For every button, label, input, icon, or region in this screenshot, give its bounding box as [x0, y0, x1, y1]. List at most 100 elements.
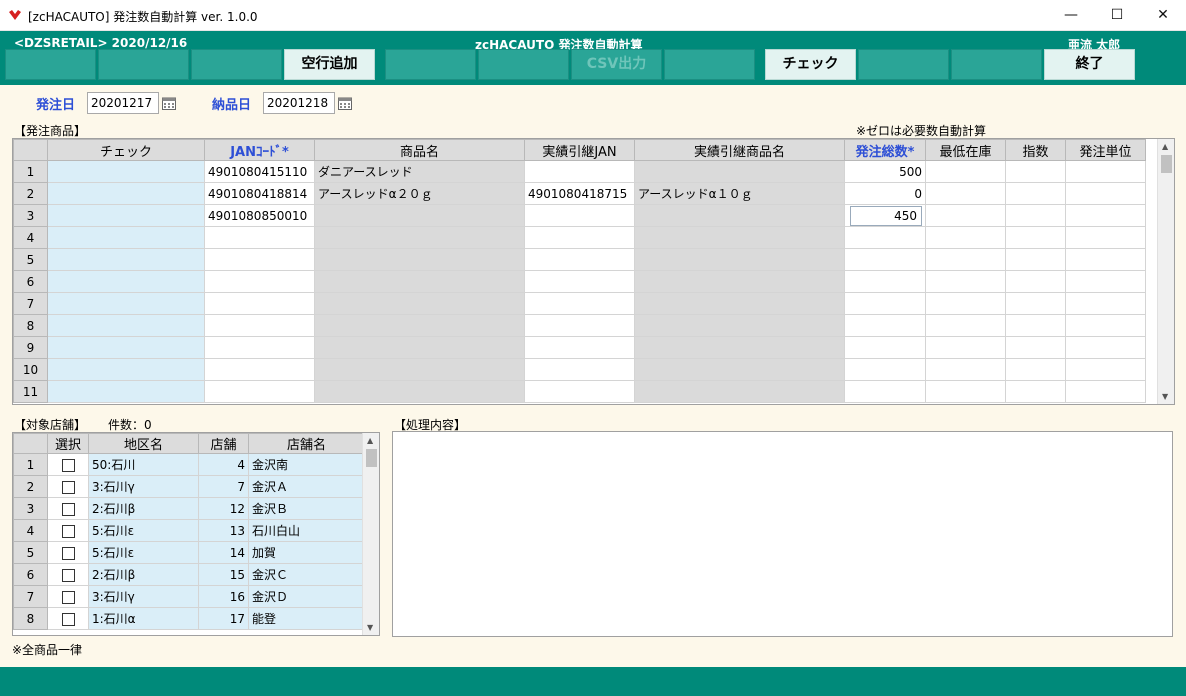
min-stock-cell[interactable]: [925, 270, 1006, 293]
process-log-area[interactable]: [392, 431, 1173, 637]
check-cell[interactable]: [47, 292, 205, 315]
column-header-index[interactable]: 指数: [1005, 139, 1066, 161]
jan-cell[interactable]: [204, 270, 315, 293]
min-stock-cell[interactable]: [925, 182, 1006, 205]
select-cell[interactable]: [47, 475, 89, 498]
index-cell[interactable]: [1005, 314, 1066, 337]
column-header-jan[interactable]: JANｺｰﾄﾞ*: [204, 139, 315, 161]
scroll-thumb[interactable]: [366, 449, 377, 467]
order-unit-cell[interactable]: [1065, 204, 1146, 227]
source-jan-cell[interactable]: [524, 314, 635, 337]
select-cell[interactable]: [47, 497, 89, 520]
min-stock-cell[interactable]: [925, 204, 1006, 227]
check-cell[interactable]: [47, 182, 205, 205]
order-qty-cell[interactable]: [844, 292, 926, 315]
select-cell[interactable]: [47, 607, 89, 630]
index-cell[interactable]: [1005, 226, 1066, 249]
delivery-date-field[interactable]: 20201218: [263, 92, 335, 114]
index-cell[interactable]: [1005, 292, 1066, 315]
source-jan-cell[interactable]: [524, 226, 635, 249]
index-cell[interactable]: [1005, 336, 1066, 359]
order-qty-cell[interactable]: 0: [844, 182, 926, 205]
order-qty-cell[interactable]: [844, 336, 926, 359]
index-cell[interactable]: [1005, 182, 1066, 205]
check-cell[interactable]: [47, 314, 205, 337]
index-cell[interactable]: [1005, 270, 1066, 293]
order-unit-cell[interactable]: [1065, 358, 1146, 381]
column-header-source-name[interactable]: 実績引継商品名: [634, 139, 845, 161]
order-unit-cell[interactable]: [1065, 226, 1146, 249]
table-row[interactable]: 2 4901080418814 アースレッドα２０ｇ 4901080418715…: [13, 182, 1146, 205]
check-cell[interactable]: [47, 336, 205, 359]
table-row[interactable]: 5: [13, 248, 1146, 271]
table-row[interactable]: 4: [13, 226, 1146, 249]
check-cell[interactable]: [47, 270, 205, 293]
column-header-select[interactable]: 選択: [47, 433, 89, 454]
table-row[interactable]: 9: [13, 336, 1146, 359]
store-row[interactable]: 7 3:石川γ 16 金沢Ｄ: [13, 585, 365, 608]
jan-cell[interactable]: [204, 248, 315, 271]
fkey-11-button[interactable]: [951, 49, 1042, 80]
table-row[interactable]: 11: [13, 380, 1146, 403]
csv-export-button[interactable]: CSV出力: [571, 49, 662, 80]
jan-cell[interactable]: [204, 314, 315, 337]
column-header-store-name[interactable]: 店舗名: [248, 433, 365, 454]
jan-cell[interactable]: 4901080850010: [204, 204, 315, 227]
jan-cell[interactable]: 4901080415110: [204, 160, 315, 183]
table-row[interactable]: 7: [13, 292, 1146, 315]
select-cell[interactable]: [47, 519, 89, 542]
store-row[interactable]: 4 5:石川ε 13 石川白山: [13, 519, 365, 542]
index-cell[interactable]: [1005, 248, 1066, 271]
source-jan-cell[interactable]: [524, 380, 635, 403]
source-jan-cell[interactable]: 4901080418715: [524, 182, 635, 205]
order-qty-cell[interactable]: [844, 248, 926, 271]
index-cell[interactable]: [1005, 380, 1066, 403]
min-stock-cell[interactable]: [925, 248, 1006, 271]
scroll-up-icon[interactable]: ▲: [1162, 142, 1168, 151]
fkey-5-button[interactable]: [385, 49, 476, 80]
jan-cell[interactable]: [204, 380, 315, 403]
select-cell[interactable]: [47, 563, 89, 586]
source-jan-cell[interactable]: [524, 358, 635, 381]
store-row[interactable]: 5 5:石川ε 14 加賀: [13, 541, 365, 564]
select-checkbox[interactable]: [61, 546, 75, 560]
check-cell[interactable]: [47, 204, 205, 227]
fkey-6-button[interactable]: [478, 49, 569, 80]
store-row[interactable]: 3 2:石川β 12 金沢Ｂ: [13, 497, 365, 520]
column-header-source-jan[interactable]: 実績引継JAN: [524, 139, 635, 161]
order-unit-cell[interactable]: [1065, 314, 1146, 337]
fkey-8-button[interactable]: [664, 49, 755, 80]
select-checkbox[interactable]: [61, 524, 75, 538]
index-cell[interactable]: [1005, 204, 1066, 227]
store-row[interactable]: 2 3:石川γ 7 金沢Ａ: [13, 475, 365, 498]
select-cell[interactable]: [47, 585, 89, 608]
jan-cell[interactable]: [204, 358, 315, 381]
stores-scrollbar[interactable]: ▲ ▼: [362, 433, 379, 635]
min-stock-cell[interactable]: [925, 336, 1006, 359]
select-checkbox[interactable]: [61, 590, 75, 604]
select-cell[interactable]: [47, 541, 89, 564]
order-date-field[interactable]: 20201217: [87, 92, 159, 114]
select-checkbox[interactable]: [61, 480, 75, 494]
products-scrollbar[interactable]: ▲ ▼: [1157, 139, 1174, 404]
order-qty-cell[interactable]: [844, 314, 926, 337]
order-unit-cell[interactable]: [1065, 160, 1146, 183]
order-unit-cell[interactable]: [1065, 270, 1146, 293]
select-checkbox[interactable]: [61, 568, 75, 582]
select-cell[interactable]: [47, 453, 89, 476]
source-jan-cell[interactable]: [524, 160, 635, 183]
store-row[interactable]: 1 50:石川 4 金沢南: [13, 453, 365, 476]
order-qty-cell-editing[interactable]: 450: [844, 204, 926, 227]
scroll-up-icon[interactable]: ▲: [367, 436, 373, 445]
index-cell[interactable]: [1005, 160, 1066, 183]
column-header-check[interactable]: チェック: [47, 139, 205, 161]
jan-cell[interactable]: [204, 292, 315, 315]
source-jan-cell[interactable]: [524, 270, 635, 293]
min-stock-cell[interactable]: [925, 358, 1006, 381]
table-row[interactable]: 10: [13, 358, 1146, 381]
store-row[interactable]: 8 1:石川α 17 能登: [13, 607, 365, 630]
store-row[interactable]: 6 2:石川β 15 金沢Ｃ: [13, 563, 365, 586]
min-stock-cell[interactable]: [925, 292, 1006, 315]
column-header-product-name[interactable]: 商品名: [314, 139, 525, 161]
check-cell[interactable]: [47, 160, 205, 183]
